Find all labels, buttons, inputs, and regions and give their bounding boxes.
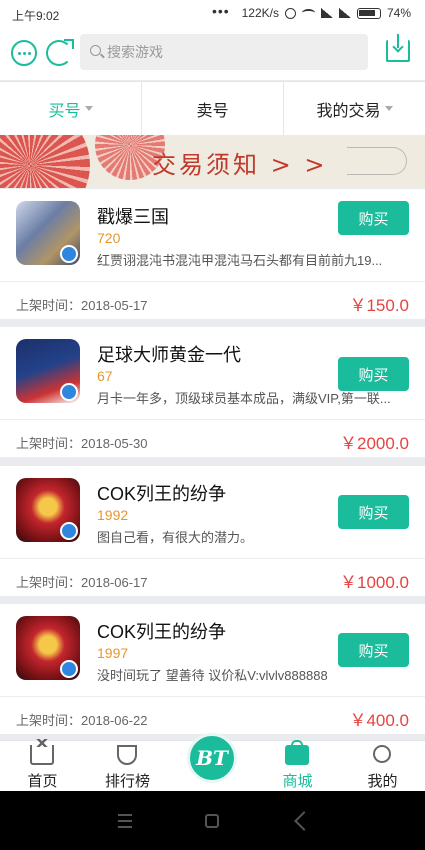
listing-price: ￥2000.0 xyxy=(340,434,409,453)
back-key-icon[interactable] xyxy=(294,811,314,831)
status-right: 122K/s 74% xyxy=(242,6,411,20)
signal-icon xyxy=(320,8,333,18)
buy-button[interactable]: 购买 xyxy=(338,357,409,391)
listing-description: 红贾诩混沌书混沌甲混沌马石头都有目前前九19... xyxy=(97,253,383,268)
banner-text: 交易须知 > > xyxy=(152,151,328,179)
search-box[interactable] xyxy=(80,34,368,70)
buy-button[interactable]: 购买 xyxy=(338,201,409,235)
listing-title: 戳爆三国 xyxy=(97,207,169,227)
bottom-nav: 首页 排行榜 BT 商城 我的 xyxy=(0,733,425,792)
buy-button[interactable]: 购买 xyxy=(338,633,409,667)
verified-badge-icon xyxy=(60,383,78,401)
nav-home[interactable]: 首页 xyxy=(0,739,85,792)
person-icon xyxy=(373,745,391,763)
listing-date: 上架时间：2018-05-30 xyxy=(16,436,148,451)
caret-down-icon xyxy=(384,106,393,111)
listing-description: 没时间玩了 望善待 议价私V:vlvlv888888 xyxy=(97,668,328,683)
game-icon xyxy=(16,616,80,680)
nav-mall[interactable]: 商城 xyxy=(255,740,340,792)
nav-label: 商城 xyxy=(282,773,313,790)
wifi-icon xyxy=(301,9,315,17)
listing-number: 720 xyxy=(97,230,121,246)
tab-label: 我的交易 xyxy=(316,102,381,120)
listing-title: COK列王的纷争 xyxy=(97,622,227,642)
listing-card[interactable]: COK列王的纷争 1997 没时间玩了 望善待 议价私V:vlvlv888888… xyxy=(0,604,425,734)
battery-icon xyxy=(356,7,381,19)
alarm-icon xyxy=(284,7,296,19)
battery-level: 74% xyxy=(386,6,411,20)
system-nav-bar xyxy=(0,791,425,850)
trophy-icon xyxy=(117,745,137,765)
divider xyxy=(0,696,425,697)
caret-down-icon xyxy=(84,106,93,111)
tab-sell-account[interactable]: 卖号 xyxy=(142,82,284,135)
tab-my-trades[interactable]: 我的交易 xyxy=(284,82,425,135)
tab-buy-account[interactable]: 买号 xyxy=(0,82,142,135)
listing-date: 上架时间：2018-06-22 xyxy=(16,713,148,728)
listing-number: 1992 xyxy=(97,507,129,523)
nav-label: 排行榜 xyxy=(104,773,150,790)
tab-bar: 买号 卖号 我的交易 xyxy=(0,81,425,135)
search-input[interactable] xyxy=(107,34,357,70)
status-dots: ••• xyxy=(212,3,230,19)
home-key-icon[interactable] xyxy=(205,814,219,828)
tab-label: 卖号 xyxy=(196,102,229,120)
listing-title: COK列王的纷争 xyxy=(97,484,227,504)
game-icon xyxy=(16,339,80,403)
game-icon xyxy=(16,201,80,265)
shopping-bag-icon xyxy=(285,740,309,765)
verified-badge-icon xyxy=(60,660,78,678)
verified-badge-icon xyxy=(60,522,78,540)
signal-icon-2 xyxy=(338,8,351,18)
top-bar xyxy=(0,28,425,80)
game-icon xyxy=(16,478,80,542)
listing-number: 67 xyxy=(97,368,113,384)
fan-decoration xyxy=(0,135,90,188)
message-icon[interactable] xyxy=(11,40,37,66)
listing-title: 足球大师黄金一代 xyxy=(97,345,241,365)
listing-number: 1997 xyxy=(97,645,129,661)
listing-price: ￥150.0 xyxy=(349,296,409,315)
nav-mine[interactable]: 我的 xyxy=(340,741,425,792)
listing-date: 上架时间：2018-05-17 xyxy=(16,298,148,313)
status-time: 上午9:02 xyxy=(12,9,60,23)
listing-card[interactable]: 足球大师黄金一代 67 月卡一年多，顶级球员基本成品，满级VIP,第一联... … xyxy=(0,327,425,457)
listing-price: ￥400.0 xyxy=(349,711,409,730)
network-speed: 122K/s xyxy=(241,6,279,20)
nav-ranking[interactable]: 排行榜 xyxy=(85,741,170,792)
listing-card[interactable]: 戳爆三国 720 红贾诩混沌书混沌甲混沌马石头都有目前前九19... 购买 上架… xyxy=(0,189,425,319)
trade-notice-banner[interactable]: 交易须知 > > xyxy=(0,135,425,188)
divider xyxy=(0,419,425,420)
share-icon[interactable] xyxy=(46,39,74,66)
tab-label: 买号 xyxy=(48,102,81,120)
crown-icon xyxy=(30,739,54,765)
nav-label: 我的 xyxy=(367,773,398,790)
listing-description: 图自己看，有很大的潜力。 xyxy=(97,530,254,545)
buy-button[interactable]: 购买 xyxy=(338,495,409,529)
listing-date: 上架时间：2018-06-17 xyxy=(16,575,148,590)
menu-key-icon[interactable] xyxy=(118,814,132,828)
cloud-decoration xyxy=(347,147,407,175)
search-icon xyxy=(90,45,101,56)
status-bar: 上午9:02 ••• 122K/s 74% xyxy=(0,0,425,28)
download-icon[interactable] xyxy=(386,34,410,62)
listing-card[interactable]: COK列王的纷争 1992 图自己看，有很大的潜力。 购买 上架时间：2018-… xyxy=(0,466,425,596)
divider xyxy=(0,558,425,559)
nav-label: 首页 xyxy=(27,773,58,790)
listing-price: ￥1000.0 xyxy=(340,573,409,592)
divider xyxy=(0,281,425,282)
verified-badge-icon xyxy=(60,245,78,263)
bt-center-button[interactable]: BT xyxy=(187,733,237,783)
